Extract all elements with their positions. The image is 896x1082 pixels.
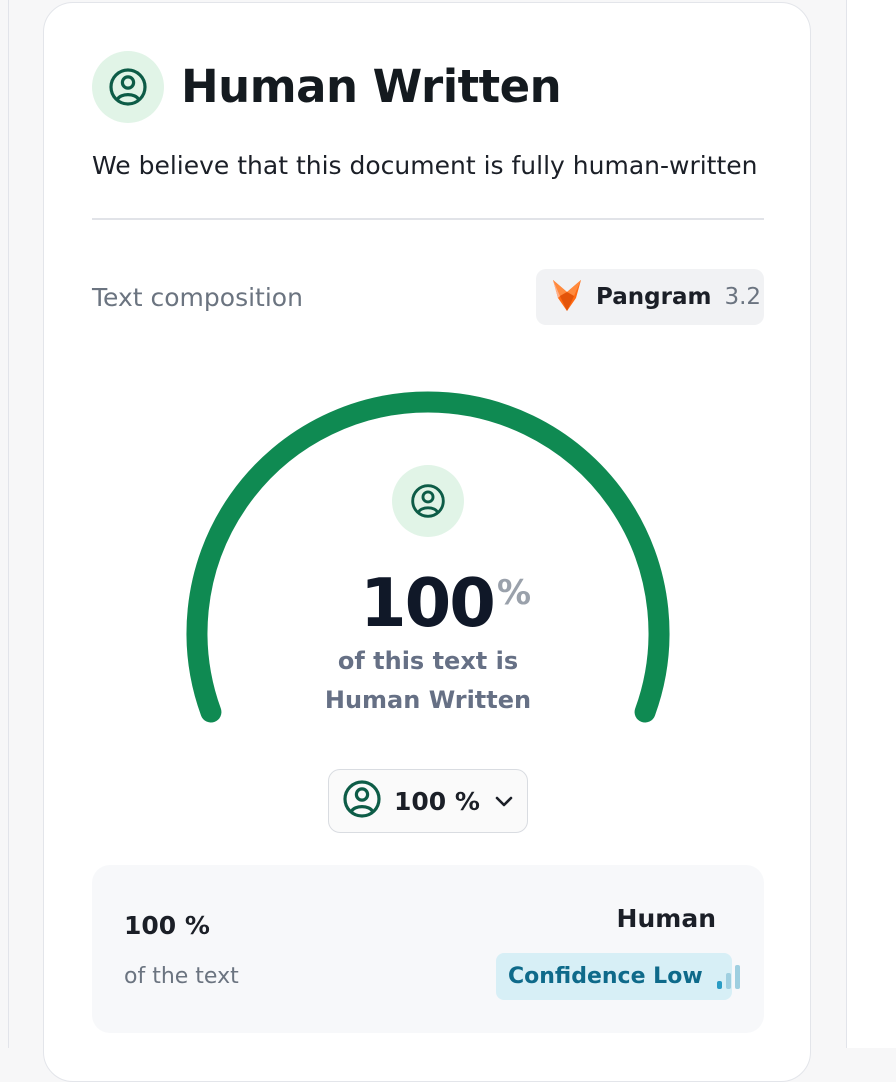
category-selector[interactable]: 100 % [328, 769, 528, 833]
gauge-classification: Human Written [324, 686, 532, 714]
user-circle-icon [342, 779, 382, 823]
summary-panel [92, 865, 764, 1033]
percentage-unit: % [497, 573, 532, 613]
signal-bar-3 [734, 964, 740, 989]
gauge-caption: of this text is [337, 647, 519, 675]
percentage-value: 100 [360, 564, 496, 642]
chevron-down-icon [494, 794, 514, 808]
signal-bars-icon [716, 964, 744, 989]
selector-value: 100 % [394, 786, 480, 816]
confidence-badge: Confidence Low [496, 953, 740, 1000]
signal-bar-1 [716, 980, 722, 989]
signal-bar-2 [725, 972, 731, 989]
summary-caption: of the text [124, 964, 239, 989]
confidence-label: Confidence Low [508, 964, 703, 989]
summary-classification: Human [616, 904, 716, 933]
user-circle-icon [392, 465, 464, 537]
summary-percentage: 100 % [124, 911, 210, 940]
